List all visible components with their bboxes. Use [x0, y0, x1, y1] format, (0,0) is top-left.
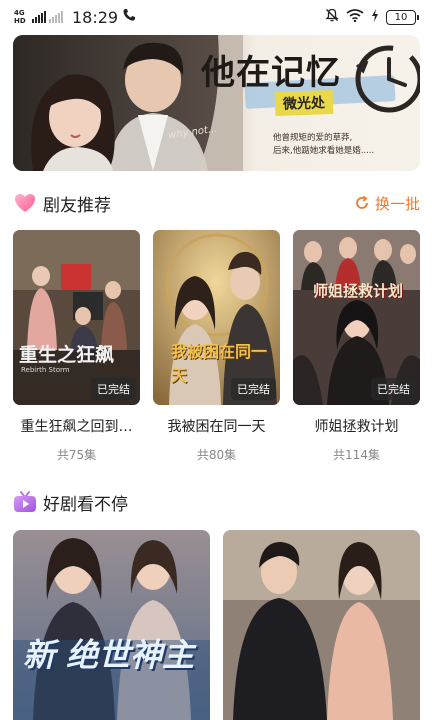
drama-poster-large[interactable] — [223, 530, 420, 720]
wifi-icon — [346, 8, 364, 26]
network-indicator: 4G HD — [14, 9, 26, 25]
nonstop-section-header: 好剧看不停 — [13, 489, 420, 515]
status-badge: 已完结 — [231, 378, 276, 400]
poster-image — [13, 530, 210, 720]
mute-icon — [325, 8, 339, 26]
status-badge: 已完结 — [91, 378, 136, 400]
banner-description-line: 他曾规矩的爱的草莽, — [273, 133, 353, 143]
charging-icon — [371, 8, 379, 26]
episode-count: 共80集 — [196, 448, 237, 462]
banner-subtitle: 微光处 — [274, 89, 334, 117]
clock-time: 18:29 — [72, 7, 119, 27]
banner-description: 他曾规矩的爱的草莽, 后来,他踮她求看她是婚..... — [273, 132, 413, 158]
recommend-section-header: 剧友推荐 换一批 — [13, 190, 420, 216]
drama-poster-large[interactable]: 新 绝世神主 — [13, 530, 210, 720]
drama-poster[interactable]: 师姐拯救计划 已完结 — [293, 230, 420, 405]
refresh-label: 换一批 — [374, 194, 420, 213]
drama-title[interactable]: 师姐拯救计划 — [293, 416, 420, 436]
banner-description-line: 后来,他踮她求看她是婚..... — [273, 146, 375, 156]
hero-banner[interactable]: 他在记忆 微光处 why not... 他曾规矩的爱的草莽, 后来,他踮她求看她… — [13, 35, 420, 171]
drama-poster[interactable]: 重生之狂飙 Rebirth Storm 已完结 — [13, 230, 140, 405]
refresh-icon — [356, 195, 368, 209]
banner-title: 他在记忆 — [201, 53, 341, 93]
episode-count: 共75集 — [56, 448, 97, 462]
status-badge: 已完结 — [371, 378, 416, 400]
drama-poster[interactable]: 我被困在同一天 已完结 — [153, 230, 280, 405]
drama-card[interactable]: 重生之狂飙 Rebirth Storm 已完结 重生狂飙之回到… 共75集 — [13, 230, 140, 463]
poster-title-text: 新 绝世神主 — [23, 636, 195, 674]
heart-icon — [15, 194, 35, 212]
status-bar: 4G HD 18:29 10 — [0, 0, 432, 34]
drama-card[interactable]: 师姐拯救计划 已完结 师姐拯救计划 共114集 — [293, 230, 420, 463]
drama-title[interactable]: 重生狂飙之回到… — [13, 416, 140, 436]
refresh-button[interactable]: 换一批 — [354, 193, 420, 214]
nonstop-section-title: 好剧看不停 — [43, 494, 128, 515]
signal-icon-secondary — [49, 11, 63, 23]
tv-icon — [14, 491, 36, 512]
clock-icon — [355, 45, 420, 113]
drama-card[interactable]: 我被困在同一天 已完结 我被困在同一天 共80集 — [153, 230, 280, 463]
poster-title-text: 重生之狂飙 — [19, 344, 115, 366]
poster-image — [223, 530, 420, 720]
poster-title-text: 师姐拯救计划 — [312, 282, 403, 300]
battery-level: 10 — [394, 11, 408, 23]
poster-subtitle-text: Rebirth Storm — [21, 366, 70, 374]
episode-count: 共114集 — [333, 448, 380, 462]
recommend-section-title: 剧友推荐 — [43, 195, 111, 216]
call-icon — [122, 8, 136, 26]
drama-title[interactable]: 我被困在同一天 — [153, 416, 280, 436]
battery-icon: 10 — [386, 9, 419, 25]
signal-icon — [32, 11, 46, 23]
